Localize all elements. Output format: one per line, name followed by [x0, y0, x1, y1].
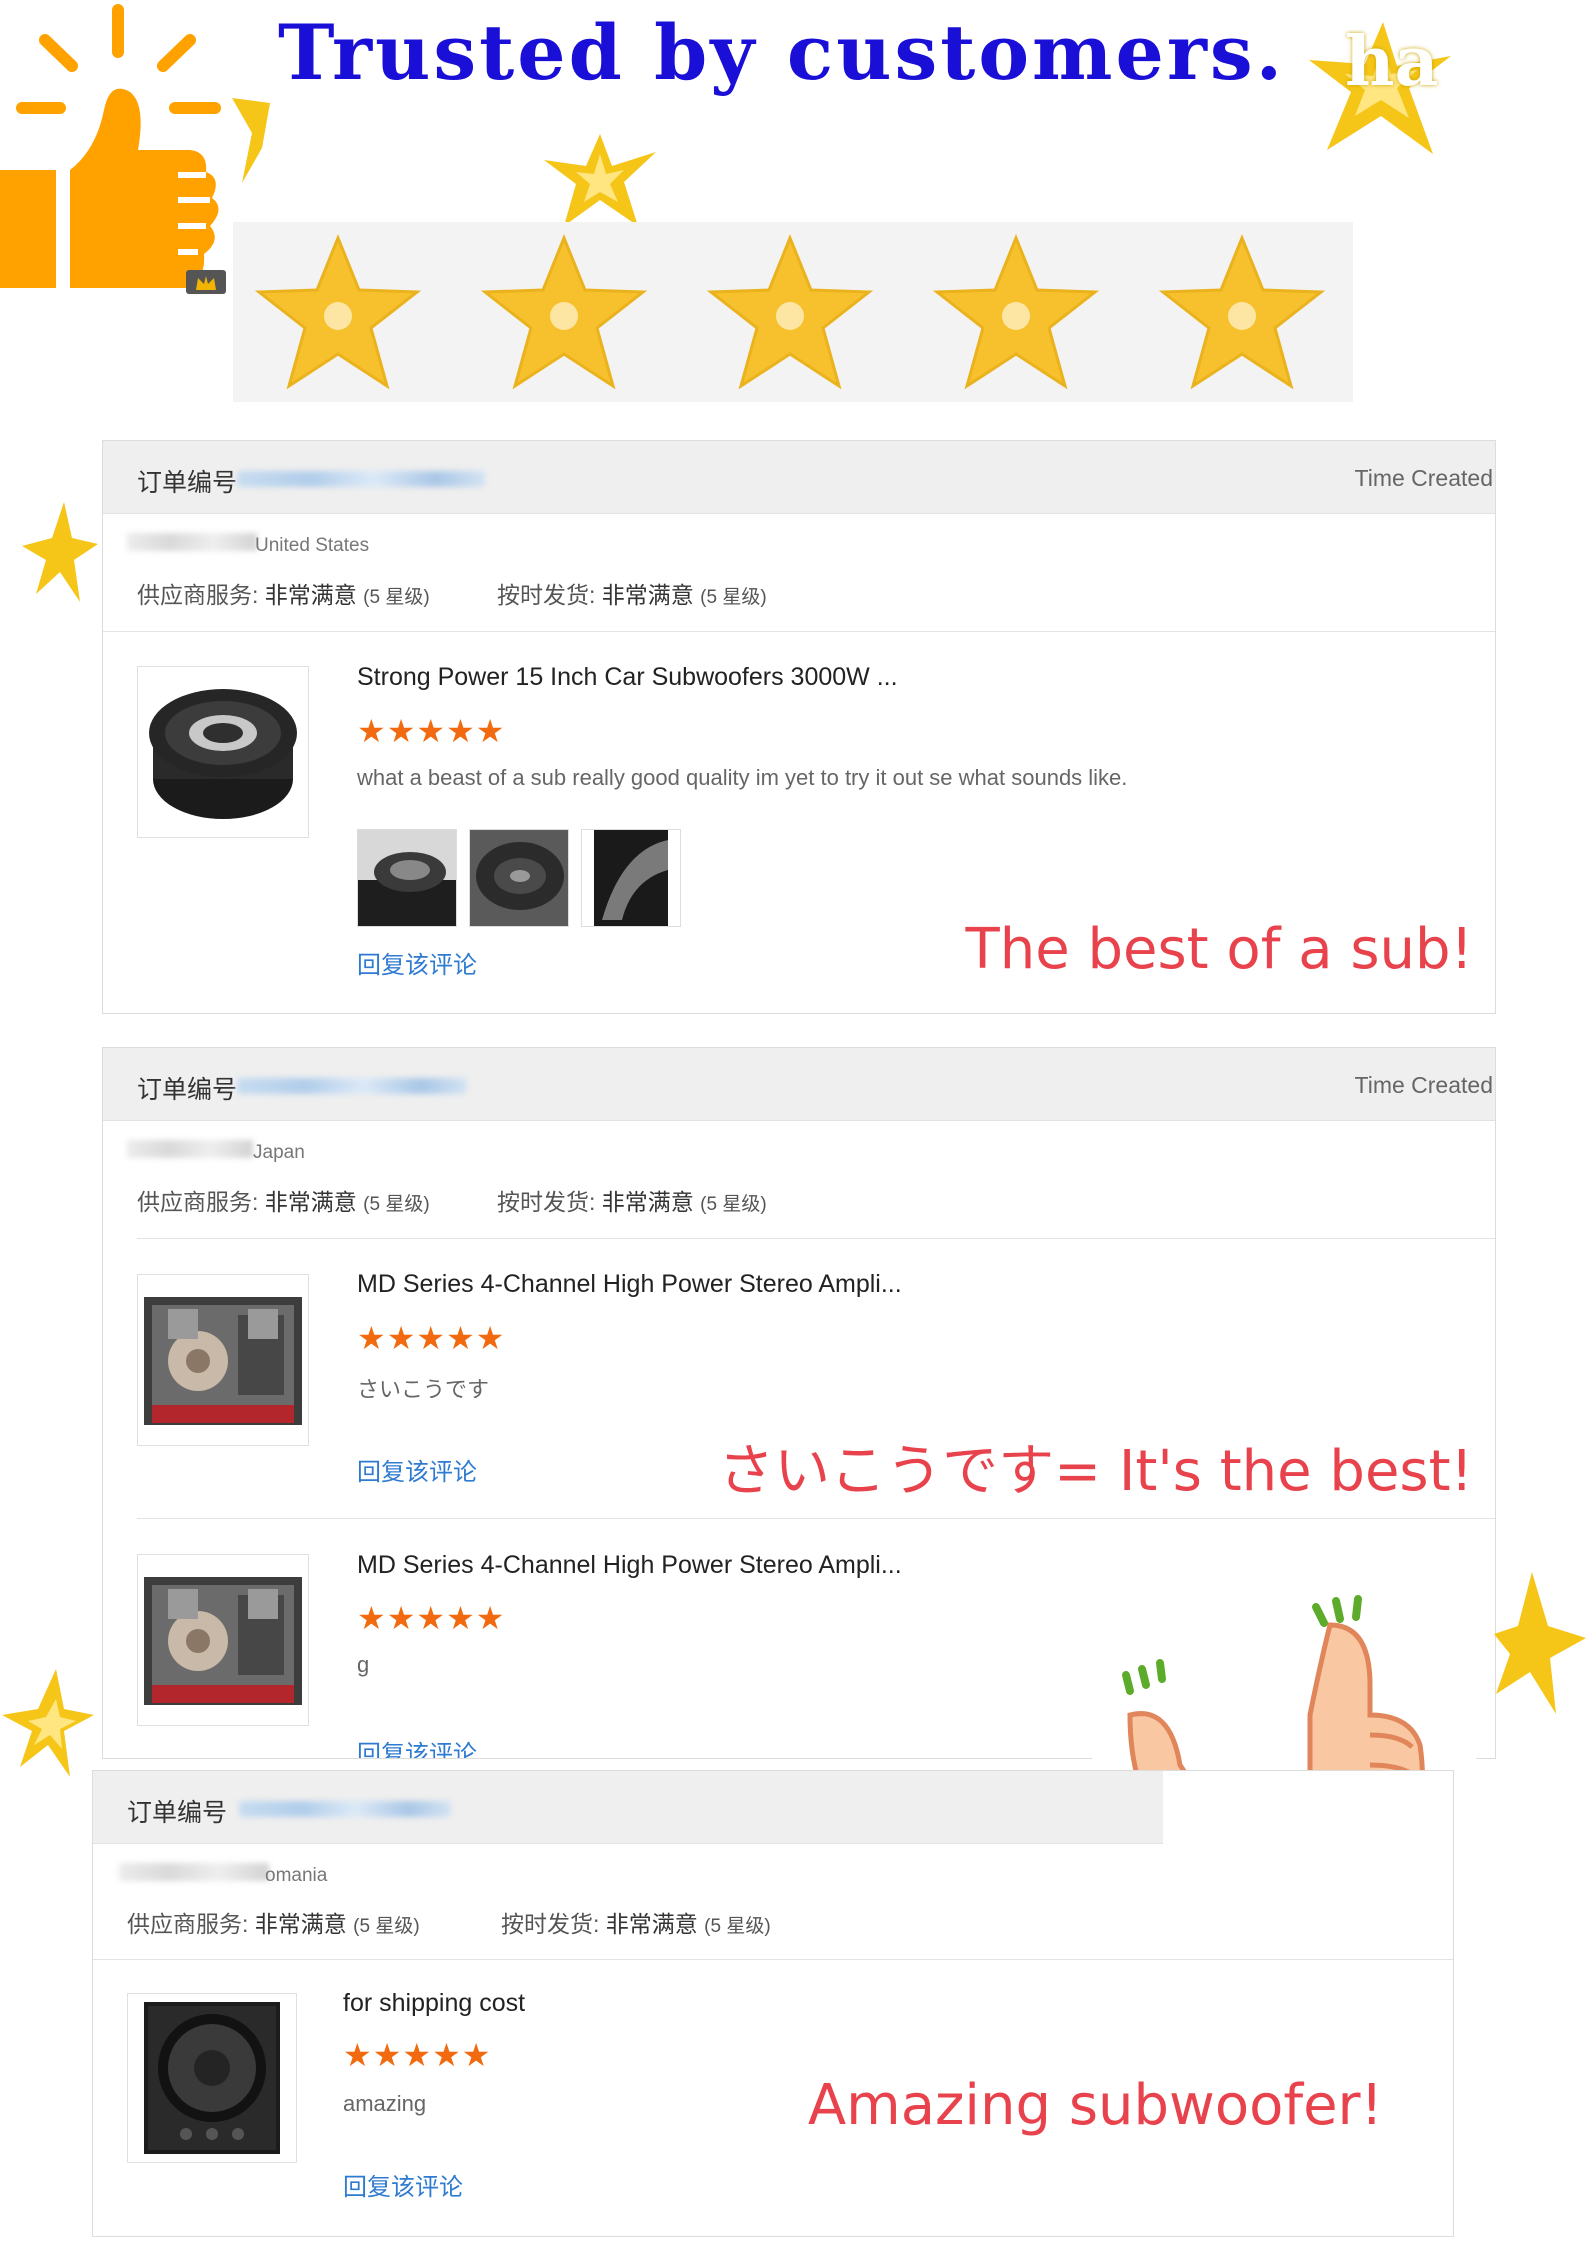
star-icon	[480, 233, 648, 390]
review-callout: さいこうです= It's the best!	[718, 1439, 1473, 1504]
star-icon	[1158, 233, 1326, 390]
sparkle-star-icon	[1494, 1572, 1586, 1714]
review-photo-1[interactable]	[357, 829, 457, 927]
supplier-service-rating: 供应商服务: 非常满意 (5 星级)	[137, 576, 430, 610]
buyer-name	[119, 1863, 269, 1881]
time-created-label: Time Created	[1354, 465, 1493, 491]
ontime-shipping-rating: 按时发货: 非常满意 (5 星级)	[497, 576, 767, 610]
rating-value: 非常满意	[601, 582, 694, 608]
rating-value: 非常满意	[264, 1189, 357, 1215]
rating-value: 非常满意	[254, 1911, 347, 1937]
time-created-label: Time Created	[1354, 1072, 1493, 1098]
page-title: Trusted by customers.	[278, 8, 1286, 97]
rating-stars-text: (5 星级)	[363, 1194, 430, 1215]
order-number-value	[237, 471, 485, 487]
sparkle-star-icon	[2, 1669, 94, 1777]
reply-review-link[interactable]: 回复该评论	[357, 945, 477, 980]
review-card-header: 订单编号	[93, 1771, 1163, 1844]
product-rating-stars: ★★★★★	[357, 713, 506, 749]
review-comment: さいこうです	[357, 1377, 490, 1402]
product-thumbnail[interactable]	[137, 1274, 309, 1446]
sparkle-star-icon	[232, 98, 270, 183]
rating-stars-text: (5 星级)	[363, 587, 430, 608]
supplier-service-label: 供应商服务:	[137, 582, 259, 608]
product-title[interactable]: MD Series 4-Channel High Power Stereo Am…	[357, 1551, 902, 1580]
supplier-service-label: 供应商服务:	[137, 1189, 259, 1215]
buyer-country: omania	[265, 1865, 328, 1886]
review-card-header: 订单编号 Time Created	[103, 1048, 1495, 1121]
buyer-name	[127, 533, 257, 551]
review-callout: The best of a sub!	[965, 917, 1473, 982]
order-number-value	[237, 1078, 467, 1094]
order-number-value	[239, 1801, 451, 1817]
reply-review-link[interactable]: 回复该评论	[357, 1734, 477, 1758]
rating-value: 非常满意	[264, 582, 357, 608]
divider	[103, 631, 1495, 632]
product-thumbnail[interactable]	[127, 1993, 297, 2163]
thumbs-up-logo-icon	[0, 0, 228, 295]
divider	[137, 1238, 1495, 1239]
product-rating-stars: ★★★★★	[343, 2037, 492, 2073]
supplier-service-label: 供应商服务:	[127, 1911, 249, 1937]
product-title[interactable]: MD Series 4-Channel High Power Stereo Am…	[357, 1270, 902, 1299]
supplier-service-rating: 供应商服务: 非常满意 (5 星级)	[137, 1183, 430, 1217]
review-comment: what a beast of a sub really good qualit…	[357, 765, 1128, 790]
product-rating-stars: ★★★★★	[357, 1320, 506, 1356]
ontime-shipping-label: 按时发货:	[497, 582, 596, 608]
rating-stars-text: (5 星级)	[700, 1194, 767, 1215]
star-icon	[932, 233, 1100, 390]
review-comment: amazing	[343, 2091, 427, 2116]
review-comment: g	[357, 1652, 370, 1677]
rating-value: 非常满意	[601, 1189, 694, 1215]
review-card-3: 订单编号 omania 供应商服务: 非常满意 (5 星级) 按时发货: 非常满…	[92, 1770, 1454, 2237]
review-photo-3[interactable]	[581, 829, 681, 927]
sparkle-star-icon	[544, 134, 656, 226]
supplier-service-rating: 供应商服务: 非常满意 (5 星级)	[127, 1905, 420, 1939]
product-rating-stars: ★★★★★	[357, 1600, 506, 1636]
product-title[interactable]: for shipping cost	[343, 1989, 525, 2018]
sparkle-star-icon	[22, 502, 98, 602]
review-card-1: 订单编号 Time Created United States 供应商服务: 非…	[102, 440, 1496, 1014]
buyer-country: Japan	[253, 1142, 305, 1163]
order-number-label: 订单编号	[137, 469, 238, 497]
buyer-country: United States	[255, 535, 370, 556]
order-number-label: 订单编号	[127, 1799, 228, 1827]
review-callout: Amazing subwoofer!	[807, 2073, 1383, 2138]
rating-stars-text: (5 星级)	[704, 1916, 771, 1937]
ontime-shipping-rating: 按时发货: 非常满意 (5 星级)	[497, 1183, 767, 1217]
buyer-name	[127, 1140, 253, 1158]
divider	[137, 1518, 1495, 1519]
ontime-shipping-rating: 按时发货: 非常满意 (5 星级)	[501, 1905, 771, 1939]
order-number-label: 订单编号	[137, 1076, 238, 1104]
divider	[93, 1959, 1453, 1960]
rating-stars-text: (5 星级)	[353, 1916, 420, 1937]
rating-stars-text: (5 星级)	[700, 587, 767, 608]
review-photo-2[interactable]	[469, 829, 569, 927]
ontime-shipping-label: 按时发货:	[497, 1189, 596, 1215]
reply-review-link[interactable]: 回复该评论	[343, 2167, 463, 2202]
product-thumbnail[interactable]	[137, 1554, 309, 1726]
ontime-shipping-label: 按时发货:	[501, 1911, 600, 1937]
product-thumbnail[interactable]	[137, 666, 309, 838]
star-icon	[254, 233, 422, 390]
five-star-rating-band	[233, 222, 1353, 402]
ha-text: ha	[1345, 22, 1439, 102]
review-card-header: 订单编号 Time Created	[103, 441, 1495, 514]
star-icon	[706, 233, 874, 390]
reply-review-link[interactable]: 回复该评论	[357, 1452, 477, 1487]
rating-value: 非常满意	[605, 1911, 698, 1937]
product-title[interactable]: Strong Power 15 Inch Car Subwoofers 3000…	[357, 663, 898, 692]
